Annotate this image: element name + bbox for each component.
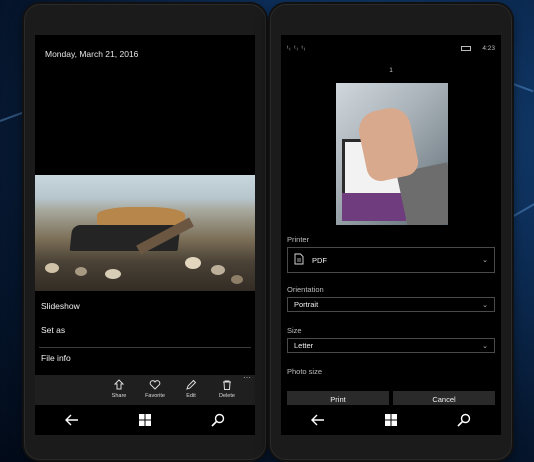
menu-item-file-info[interactable]: File info xyxy=(41,353,71,363)
document-icon xyxy=(294,253,312,267)
chevron-down-icon: ⌄ xyxy=(482,257,488,264)
more-button[interactable]: ··· xyxy=(243,373,251,382)
delete-label: Delete xyxy=(219,393,235,399)
menu-item-set-as[interactable]: Set as xyxy=(41,325,65,335)
photo-date: Monday, March 21, 2016 xyxy=(45,49,139,59)
windows-icon xyxy=(384,414,397,426)
back-arrow-icon xyxy=(64,414,78,426)
pencil-icon xyxy=(186,379,197,390)
photos-screen: Monday, March 21, 2016 Slideshow Set as … xyxy=(35,35,255,405)
dialog-buttons: Print Cancel xyxy=(287,391,495,405)
search-button[interactable] xyxy=(449,408,479,432)
page-number: 1 xyxy=(389,67,393,74)
printer-value: PDF xyxy=(312,255,327,265)
windows-icon xyxy=(138,414,151,426)
share-label: Share xyxy=(111,393,127,399)
start-button[interactable] xyxy=(130,408,160,432)
size-select[interactable]: Letter ⌄ xyxy=(287,338,495,353)
print-preview[interactable] xyxy=(336,83,448,225)
status-time: 4:23 xyxy=(482,45,495,52)
printer-select[interactable]: PDF ⌄ xyxy=(287,247,495,273)
share-button[interactable]: Share xyxy=(101,375,137,405)
back-button[interactable] xyxy=(57,408,87,432)
size-value: Letter xyxy=(294,341,314,350)
favorite-button[interactable]: Favorite xyxy=(137,375,173,405)
app-bar: Share Favorite Edit Delete xyxy=(35,375,255,405)
chevron-down-icon: ⌄ xyxy=(482,342,488,350)
orientation-select[interactable]: Portrait ⌄ xyxy=(287,297,495,312)
heart-icon xyxy=(149,380,161,390)
orientation-value: Portrait xyxy=(294,300,319,309)
menu-divider xyxy=(39,347,251,348)
cancel-button[interactable]: Cancel xyxy=(393,391,495,405)
photo-gravel xyxy=(75,267,87,276)
nav-bar xyxy=(281,405,501,435)
printer-label: Printer xyxy=(287,235,310,244)
signal-icon: ᵗᵢ ᵗᵢ ᵗᵢ xyxy=(287,45,306,52)
search-icon xyxy=(211,413,225,427)
size-label: Size xyxy=(287,326,302,335)
preview-laptop-base xyxy=(342,193,406,221)
trash-icon xyxy=(223,380,231,390)
right-phone: ᵗᵢ ᵗᵢ ᵗᵢ 4:23 1 Printer PDF ⌄ Orientatio… xyxy=(270,4,512,460)
print-button[interactable]: Print xyxy=(287,391,389,405)
print-screen: ᵗᵢ ᵗᵢ ᵗᵢ 4:23 1 Printer PDF ⌄ Orientatio… xyxy=(281,35,501,405)
photo-rock xyxy=(97,207,185,227)
orientation-label: Orientation xyxy=(287,285,324,294)
back-arrow-icon xyxy=(310,414,324,426)
photo-gravel xyxy=(211,265,225,275)
edit-button[interactable]: Edit xyxy=(173,375,209,405)
photo-gravel xyxy=(185,257,201,269)
start-button[interactable] xyxy=(376,408,406,432)
delete-button[interactable]: Delete xyxy=(209,375,245,405)
photo-size-label: Photo size xyxy=(287,367,323,376)
left-phone: Monday, March 21, 2016 Slideshow Set as … xyxy=(24,4,266,460)
status-bar: ᵗᵢ ᵗᵢ ᵗᵢ 4:23 xyxy=(281,45,501,57)
battery-icon xyxy=(461,46,471,51)
menu-item-slideshow[interactable]: Slideshow xyxy=(41,301,80,311)
favorite-label: Favorite xyxy=(145,393,165,399)
chevron-down-icon: ⌄ xyxy=(482,301,488,309)
share-icon xyxy=(113,379,125,390)
photo-gravel xyxy=(105,269,121,279)
photo-gravel xyxy=(45,263,59,273)
nav-bar xyxy=(35,405,255,435)
edit-label: Edit xyxy=(186,393,196,399)
back-button[interactable] xyxy=(303,408,333,432)
search-icon xyxy=(457,413,471,427)
photo-gravel xyxy=(231,275,243,284)
search-button[interactable] xyxy=(203,408,233,432)
